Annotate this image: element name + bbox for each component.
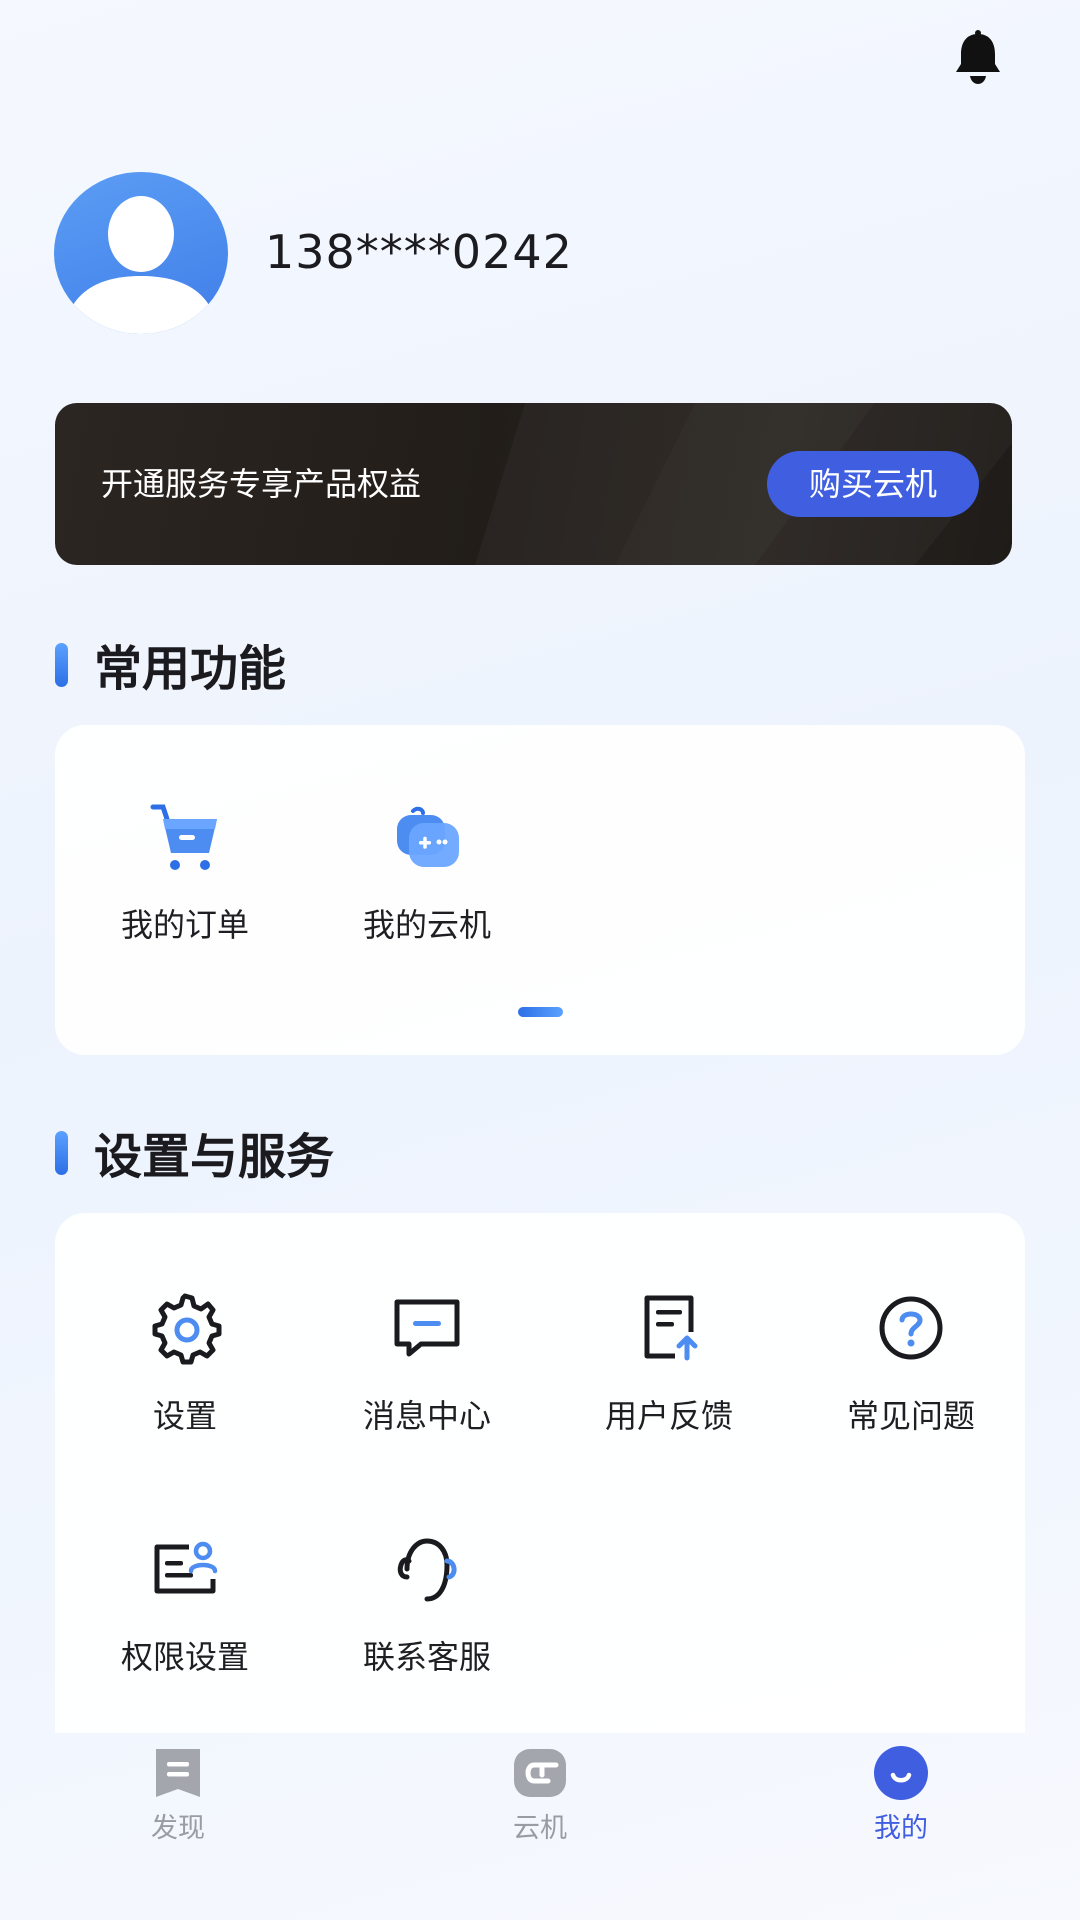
message-center-label: 消息中心 <box>362 1397 491 1435</box>
settings-services-card: 设置 消息中心 用户反馈 常见问题 权限设置 联系客服 <box>55 1213 1025 1733</box>
banner-text: 开通服务专享产品权益 <box>101 465 422 503</box>
contact-support-item[interactable]: 联系客服 <box>327 1529 527 1679</box>
contact-support-label: 联系客服 <box>362 1638 491 1676</box>
discover-icon <box>156 1749 200 1797</box>
my-orders-label: 我的订单 <box>120 906 249 944</box>
gamepad-icon <box>397 806 459 867</box>
user-avatar-icon <box>64 196 218 334</box>
settings-services-title: 设置与服务 <box>55 1124 334 1187</box>
settings-item[interactable]: 设置 <box>85 1288 285 1438</box>
page-indicator <box>518 1007 563 1017</box>
permission-settings-item[interactable]: 权限设置 <box>85 1529 285 1679</box>
common-functions-title: 常用功能 <box>55 636 286 699</box>
user-feedback-label: 用户反馈 <box>604 1397 733 1435</box>
my-cloud-item[interactable]: 我的云机 <box>327 797 527 947</box>
user-feedback-item[interactable]: 用户反馈 <box>569 1288 769 1438</box>
tab-cloud[interactable]: 云机 <box>465 1745 615 1847</box>
message-icon <box>394 1299 460 1357</box>
bell-icon[interactable] <box>950 28 1006 88</box>
tab-profile-label: 我的 <box>874 1813 928 1844</box>
shopping-cart-icon <box>150 804 217 870</box>
bottom-tab-bar: 发现 云机 我的 <box>0 1715 1080 1920</box>
common-functions-card: 我的订单 我的云机 <box>55 725 1025 1055</box>
permission-settings-label: 权限设置 <box>120 1638 249 1676</box>
tab-discover-label: 发现 <box>151 1813 205 1844</box>
tab-profile[interactable]: 我的 <box>826 1745 976 1847</box>
faq-label: 常见问题 <box>846 1397 975 1435</box>
tab-cloud-label: 云机 <box>513 1813 567 1844</box>
tab-discover[interactable]: 发现 <box>103 1745 253 1847</box>
my-cloud-label: 我的云机 <box>362 906 491 944</box>
cloud-phone-icon <box>514 1749 566 1797</box>
buy-cloud-button[interactable]: 购买云机 <box>767 451 979 517</box>
my-orders-item[interactable]: 我的订单 <box>85 797 285 947</box>
permission-icon <box>154 1541 218 1594</box>
user-phone: 138****0242 <box>265 225 573 279</box>
headset-icon <box>397 1538 457 1602</box>
faq-item[interactable]: 常见问题 <box>811 1288 1011 1438</box>
section-accent-bar <box>55 1131 68 1175</box>
promo-banner[interactable]: 开通服务专享产品权益 购买云机 <box>55 403 1012 565</box>
profile-icon <box>874 1746 928 1800</box>
avatar[interactable] <box>54 172 228 334</box>
question-icon <box>879 1296 943 1360</box>
settings-label: 设置 <box>152 1397 217 1435</box>
gear-icon <box>152 1293 222 1365</box>
section-accent-bar <box>55 643 68 687</box>
feedback-icon <box>644 1295 698 1361</box>
message-center-item[interactable]: 消息中心 <box>327 1288 527 1438</box>
